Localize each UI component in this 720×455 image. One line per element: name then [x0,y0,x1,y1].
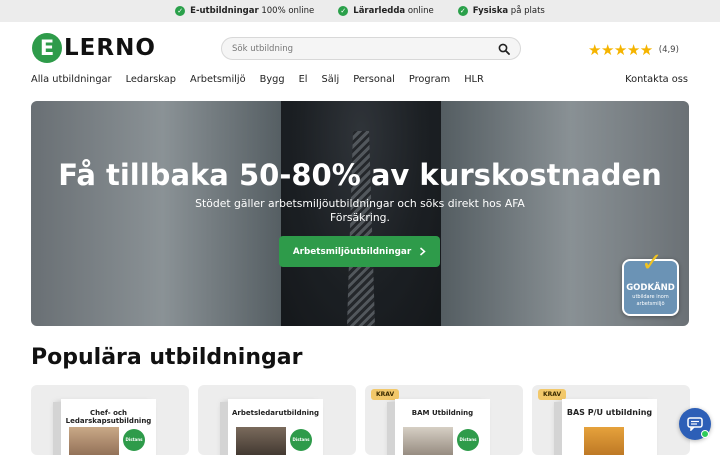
course-box-image: Chef- och Ledarskapsutbildning Distans [53,399,156,455]
chevron-right-icon [420,247,426,256]
course-stamp: Distans [290,429,312,451]
logo-letter: E [32,33,62,63]
hero-title: Få tillbaka 50-80% av kurskostnaden [58,158,662,192]
cta-button[interactable]: Arbetsmiljöutbildningar [279,236,440,267]
course-card[interactable]: KRAV BAM Utbildning Distans [365,385,523,455]
logo-word: LERNO [64,35,156,61]
nav-item-hlr[interactable]: HLR [464,74,484,85]
approved-badge: ✓ GODKÄND utbildare inom arbetsmiljö [622,248,679,316]
search-input[interactable] [232,43,498,54]
course-card[interactable]: KRAV BAS P/U utbildning [532,385,690,455]
nav-item-arbetsmiljo[interactable]: Arbetsmiljö [190,74,246,85]
chat-icon [687,417,703,431]
usp-bar: ✓ E-utbildningar 100% online ✓ Lärarledd… [0,0,720,22]
contact-link[interactable]: Kontakta oss [625,74,688,85]
usp-text: 100% online [261,6,315,16]
course-card[interactable]: Chef- och Ledarskapsutbildning Distans [31,385,189,455]
course-card[interactable]: Arbetsledarutbildning Distans [198,385,356,455]
course-stamp: Distans [457,429,479,451]
usp-item: ✓ E-utbildningar 100% online [175,6,314,16]
usp-strong: Lärarledda [353,6,406,16]
search-bar [221,37,521,60]
usp-item: ✓ Fysiska på plats [457,6,545,16]
search-icon[interactable] [498,43,510,55]
course-title: Chef- och Ledarskapsutbildning [65,409,152,425]
check-icon: ✓ [457,6,468,16]
nav-item-ledarskap[interactable]: Ledarskap [126,74,176,85]
course-title: BAM Utbildning [411,409,474,417]
usp-strong: E-utbildningar [190,6,259,16]
course-box-image: BAS P/U utbildning [554,399,657,455]
hero-subtitle-line2: Försäkring. [330,211,390,224]
course-stamp: Distans [123,429,145,451]
cta-label: Arbetsmiljöutbildningar [292,246,412,257]
site-header: E LERNO ★★★★★ (4,9) [0,22,720,72]
main-nav: Alla utbildningar Ledarskap Arbetsmiljö … [0,72,720,90]
rating-score: (4,9) [658,45,679,55]
online-indicator [701,430,709,438]
star-icons: ★★★★★ [588,41,653,59]
hero-subtitle: Stödet gäller arbetsmiljöutbildningar oc… [31,197,689,225]
rating[interactable]: ★★★★★ (4,9) [588,41,679,59]
nav-item-el[interactable]: El [299,74,308,85]
usp-text: på plats [510,6,545,16]
course-title: Arbetsledarutbildning [231,409,319,417]
course-photo [403,427,453,455]
usp-item: ✓ Lärarledda online [338,6,434,16]
badge-subtitle: utbildare inom arbetsmiljö [632,294,669,307]
nav-item-program[interactable]: Program [409,74,450,85]
nav-item-bygg[interactable]: Bygg [260,74,285,85]
course-title: BAS P/U utbildning [566,408,653,417]
check-icon: ✓ [641,248,663,278]
course-photo [69,427,119,455]
check-icon: ✓ [338,6,349,16]
nav-item-salj[interactable]: Sälj [322,74,340,85]
logo[interactable]: E LERNO [32,33,156,63]
hero-subtitle-line1: Stödet gäller arbetsmiljöutbildningar oc… [195,197,525,210]
course-box-image: Arbetsledarutbildning Distans [220,399,323,455]
check-icon: ✓ [175,6,186,16]
nav-item-alla-utbildningar[interactable]: Alla utbildningar [31,74,112,85]
hero-banner: Få tillbaka 50-80% av kurskostnaden Stöd… [31,101,689,326]
chat-button[interactable] [679,408,711,440]
nav-item-personal[interactable]: Personal [353,74,395,85]
section-title: Populära utbildningar [31,345,303,370]
usp-strong: Fysiska [472,6,509,16]
course-box-image: BAM Utbildning Distans [387,399,490,455]
course-cards: Chef- och Ledarskapsutbildning Distans A… [31,385,691,455]
badge-title: GODKÄND [626,283,675,293]
course-photo [236,427,286,455]
course-photo [584,427,624,455]
usp-text: online [407,6,434,16]
